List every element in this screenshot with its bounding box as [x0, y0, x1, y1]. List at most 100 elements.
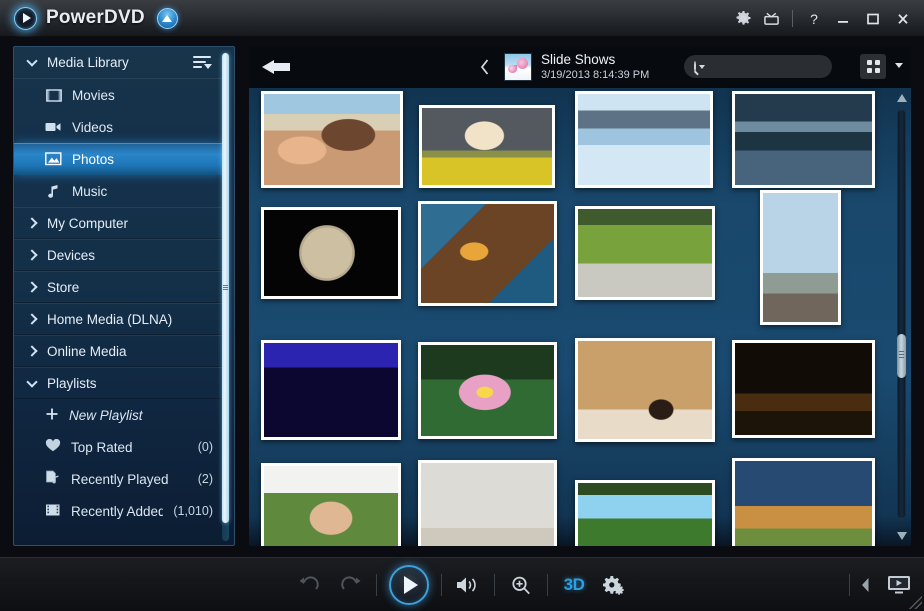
photo-thumbnail-snowy-mountain-lake[interactable]	[732, 91, 875, 188]
sidebar-scroll-area: Media Library Movies Videos Photos Music…	[14, 47, 222, 545]
playlist-label: New Playlist	[69, 407, 143, 423]
sidebar-group-media-library[interactable]: Media Library	[14, 47, 222, 79]
control-divider	[494, 574, 495, 596]
sidebar-item-label: Movies	[72, 87, 115, 103]
resize-grip[interactable]	[908, 595, 922, 609]
chevron-right-icon	[27, 282, 38, 293]
scroll-up-arrow-icon[interactable]	[897, 94, 907, 102]
content-scrollbar[interactable]	[894, 91, 909, 543]
chevron-right-icon	[27, 250, 38, 261]
rotate-clockwise-icon	[341, 576, 361, 590]
settings-button[interactable]	[729, 0, 757, 37]
sidebar-section-store[interactable]: Store	[14, 271, 222, 303]
question-mark-icon: ?	[810, 11, 818, 27]
sidebar-item-recently-added[interactable]: Recently Added (1,010)	[14, 495, 222, 527]
photo-thumbnail-bridge-at-night[interactable]	[732, 340, 875, 438]
photo-thumbnail-moon-at-night[interactable]	[261, 207, 401, 299]
page-title: Slide Shows	[541, 52, 616, 68]
back-arrow-icon[interactable]	[262, 57, 294, 77]
content-scrollbar-track[interactable]	[897, 109, 906, 519]
sidebar-item-new-playlist[interactable]: New Playlist	[14, 399, 222, 431]
chevron-down-icon	[27, 57, 38, 68]
prev-folder-button[interactable]	[472, 52, 498, 82]
photo-thumbnail-calm-lake-reflection[interactable]	[575, 91, 713, 188]
flower-butterfly-thumbnail-icon	[504, 53, 532, 81]
sidebar-section-devices[interactable]: Devices	[14, 239, 222, 271]
sidebar-section-playlists[interactable]: Playlists	[14, 367, 222, 399]
sidebar-section-label: Home Media (DLNA)	[47, 311, 173, 327]
photo-thumbnail-forest-and-sky[interactable]	[575, 480, 715, 546]
app-logo[interactable]: PowerDVD	[14, 6, 178, 30]
chevron-down-icon	[27, 378, 38, 389]
chevron-down-icon[interactable]	[699, 64, 705, 69]
photo-thumbnail-couple-on-beach[interactable]	[261, 91, 403, 188]
playback-bar-right	[843, 558, 918, 611]
sidebar-item-recently-played[interactable]: Recently Played (2)	[14, 463, 222, 495]
search-box[interactable]	[684, 55, 870, 78]
sidebar-section-online-media[interactable]: Online Media	[14, 335, 222, 367]
sidebar-section-home-media[interactable]: Home Media (DLNA)	[14, 303, 222, 335]
film-strip-icon	[45, 88, 62, 103]
chevron-left-icon	[480, 59, 489, 75]
sidebar-scrollbar-thumb[interactable]	[222, 53, 229, 523]
photo-thumbnail-amber-wood-macro[interactable]	[418, 201, 557, 306]
sidebar-section-label: My Computer	[47, 215, 129, 231]
control-divider	[441, 574, 442, 596]
maximize-button[interactable]	[858, 0, 888, 37]
search-input[interactable]	[708, 60, 870, 73]
photo-grid	[249, 88, 889, 546]
sort-list-icon[interactable]	[193, 56, 212, 70]
sidebar-item-music[interactable]: Music	[14, 175, 222, 207]
photo-thumbnail-woman-portrait[interactable]	[261, 463, 401, 546]
sidebar-item-top-rated[interactable]: Top Rated (0)	[14, 431, 222, 463]
play-icon	[404, 576, 418, 594]
close-icon	[898, 13, 908, 24]
sidebar-section-my-computer[interactable]: My Computer	[14, 207, 222, 239]
sidebar-item-movies[interactable]: Movies	[14, 79, 222, 111]
plus-icon	[45, 407, 59, 424]
photo-thumbnail-statue-of-liberty[interactable]	[760, 190, 841, 325]
photo-thumbnail-foggy-trees[interactable]	[418, 460, 557, 546]
volume-button[interactable]	[448, 558, 488, 611]
photo-thumbnail-bicycle-in-meadow[interactable]	[575, 206, 715, 300]
view-options-chevron-down-icon[interactable]	[895, 63, 903, 68]
photo-thumbnail-pink-lotus-flower[interactable]	[418, 342, 557, 439]
playback-settings-button[interactable]	[594, 558, 634, 611]
3d-button[interactable]: 3D	[554, 558, 594, 611]
content-scrollbar-thumb[interactable]	[897, 334, 906, 378]
chevron-right-icon	[27, 346, 38, 357]
grid-view-button[interactable]	[860, 54, 886, 79]
close-button[interactable]	[888, 0, 918, 37]
chevron-right-icon	[27, 314, 38, 325]
minimize-button[interactable]	[828, 0, 858, 37]
sidebar-section-label: Store	[47, 279, 80, 295]
sidebar-scrollbar[interactable]	[222, 53, 229, 541]
sidebar-item-photos[interactable]: Photos	[14, 143, 222, 175]
photo-thumbnail-dog-in-yellow-flowers[interactable]	[419, 105, 555, 188]
photo-thumbnail-sunset-over-field[interactable]	[732, 458, 875, 546]
rotate-right-button[interactable]	[330, 558, 370, 611]
content-panel: Slide Shows 3/19/2013 8:14:39 PM	[249, 46, 911, 546]
breadcrumb[interactable]: Slide Shows 3/19/2013 8:14:39 PM	[504, 52, 649, 82]
control-divider	[376, 574, 377, 596]
tv-mode-button[interactable]	[757, 0, 785, 37]
rotate-counterclockwise-icon	[299, 576, 319, 590]
scroll-down-arrow-icon[interactable]	[897, 532, 907, 540]
playlist-label: Recently Added	[71, 503, 164, 519]
gear-icon	[735, 11, 751, 25]
photo-thumbnail-lioness-portrait[interactable]	[575, 338, 715, 442]
page-date: 3/19/2013 8:14:39 PM	[541, 68, 650, 81]
sidebar-item-label: Music	[72, 183, 108, 199]
collapse-panel-button[interactable]	[856, 558, 876, 611]
playback-bar: 3D	[0, 557, 924, 611]
play-button[interactable]	[389, 565, 429, 605]
playlist-label: Recently Played	[71, 471, 169, 487]
document-note-icon	[45, 470, 61, 488]
help-button[interactable]: ?	[800, 0, 828, 37]
photo-thumbnail-lightning-storm[interactable]	[261, 340, 401, 440]
rotate-left-button[interactable]	[290, 558, 330, 611]
content-header: Slide Shows 3/19/2013 8:14:39 PM	[249, 46, 911, 88]
sidebar-item-videos[interactable]: Videos	[14, 111, 222, 143]
zoom-button[interactable]	[501, 558, 541, 611]
upgrade-arrow-badge-icon[interactable]	[156, 7, 178, 29]
